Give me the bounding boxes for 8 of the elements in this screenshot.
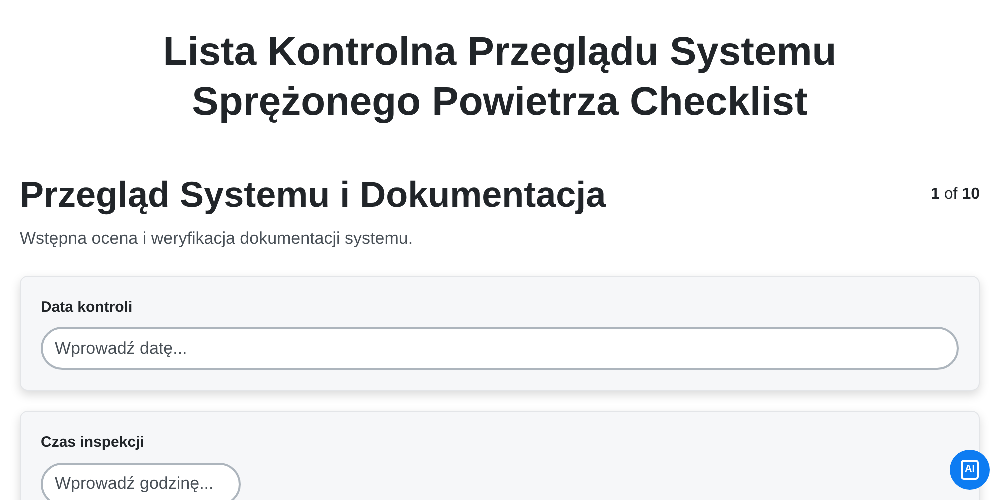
page-counter: 1 of 10 (931, 185, 980, 205)
time-field[interactable]: Wprowadź godzinę... (41, 462, 241, 500)
section-description: Wstępna ocena i weryfikacja dokumentacji systemu. (20, 228, 414, 250)
field-label: Czas inspekcji (41, 433, 146, 453)
section-heading: Przegląd Systemu i Dokumentacja (20, 173, 606, 217)
field-label: Data kontroli (41, 298, 134, 318)
page-title: Lista Kontrolna Przeglądu Systemu Sprężonego Powietrza Checklist (162, 29, 838, 126)
date-field[interactable]: Wprowadź datę... (41, 327, 959, 370)
